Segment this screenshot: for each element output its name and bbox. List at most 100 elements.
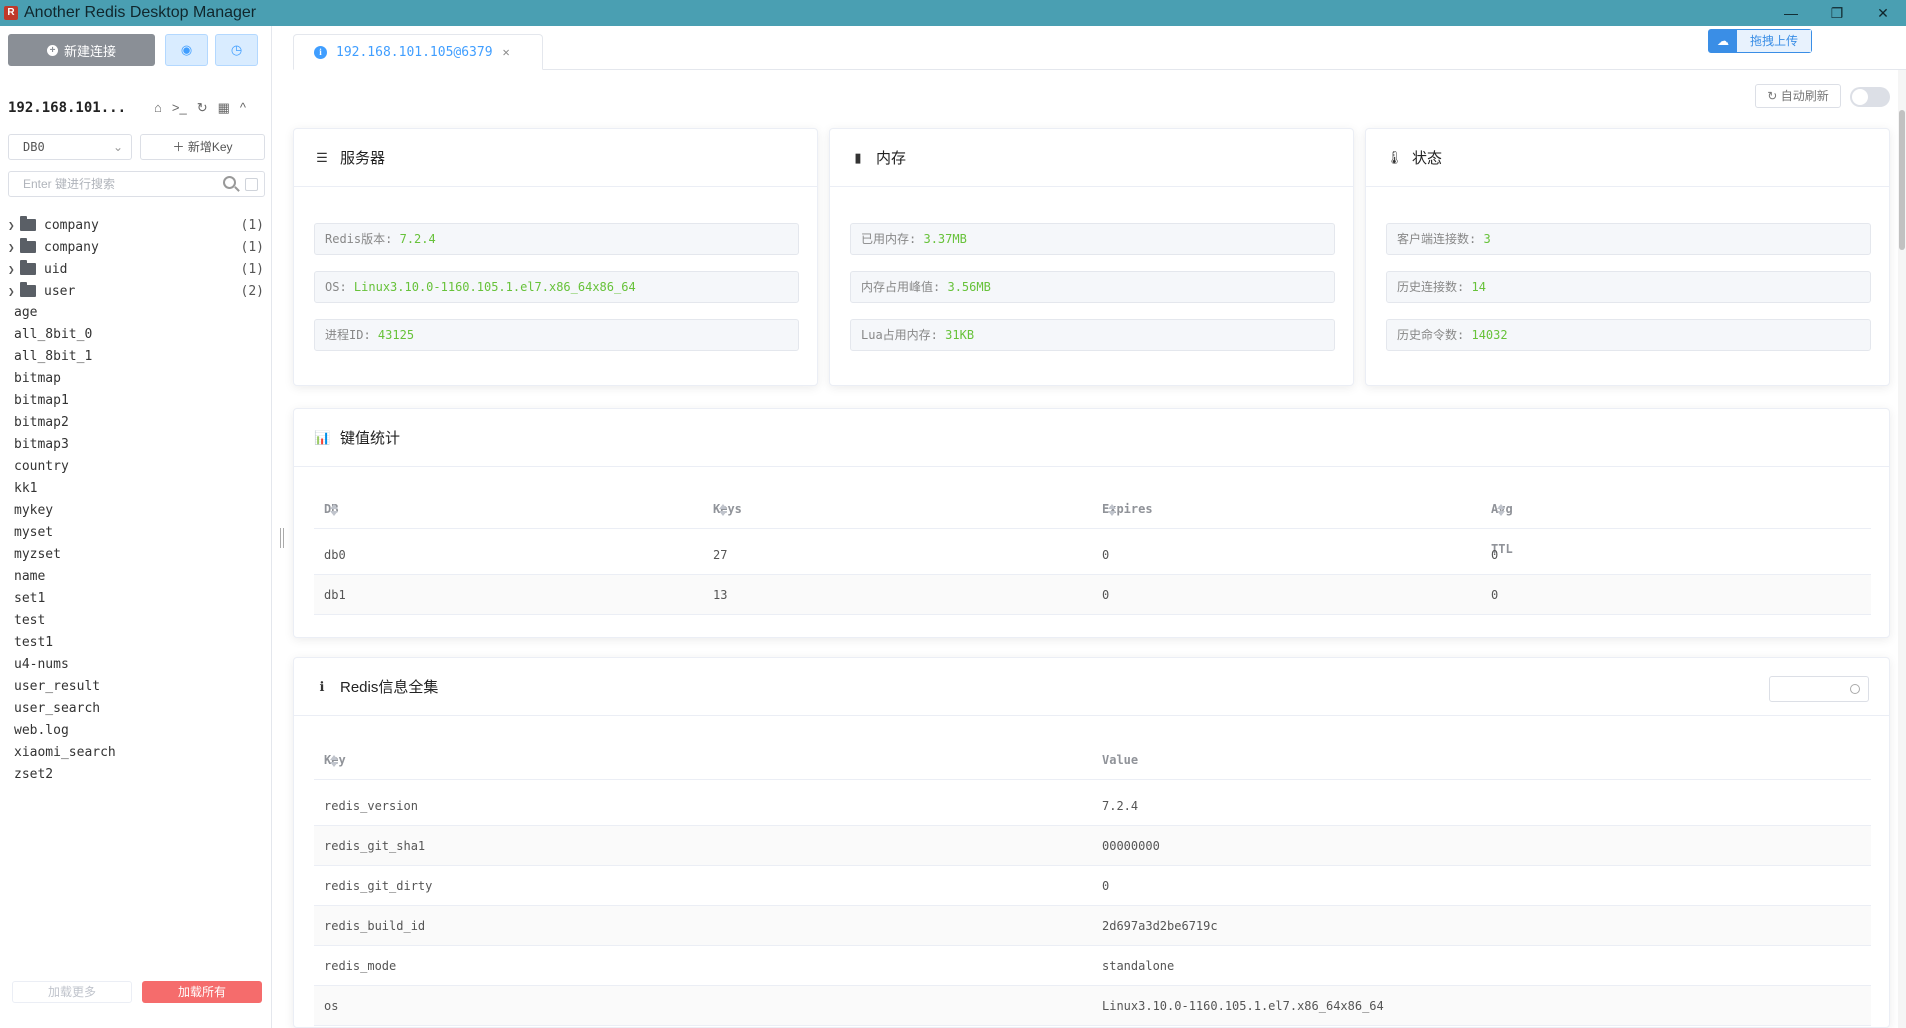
cell: 27 bbox=[713, 548, 728, 562]
db-select[interactable]: DB0 ⌄ bbox=[8, 134, 132, 160]
app-logo-icon: R bbox=[4, 6, 18, 20]
cell: os bbox=[324, 999, 339, 1013]
key-item[interactable]: xiaomi_search bbox=[8, 742, 266, 764]
info-line: 已用内存: 3.37MB bbox=[850, 223, 1335, 255]
cell: standalone bbox=[1102, 959, 1175, 973]
key-item[interactable]: kk1 bbox=[8, 478, 266, 500]
key-item[interactable]: myzset bbox=[8, 544, 266, 566]
refresh-icon: ↻ bbox=[1767, 89, 1778, 103]
key-item[interactable]: age bbox=[8, 302, 266, 324]
key-item[interactable]: set1 bbox=[8, 588, 266, 610]
table-row: os Linux3.10.0-1160.105.1.el7.x86_64x86_… bbox=[314, 986, 1871, 1026]
folder-icon bbox=[20, 260, 36, 275]
cell: db0 bbox=[324, 548, 346, 562]
auto-refresh-toggle[interactable] bbox=[1850, 87, 1890, 107]
chevron-right-icon: ❯ bbox=[8, 284, 15, 298]
info-label: 历史连接数: bbox=[1397, 280, 1465, 294]
sidebar-resize-handle[interactable] bbox=[280, 528, 284, 548]
tab-connection-status[interactable]: i 192.168.101.105@6379 ✕ bbox=[293, 34, 543, 70]
scrollbar-thumb[interactable] bbox=[1899, 110, 1905, 250]
key-item[interactable]: test bbox=[8, 610, 266, 632]
restore-icon[interactable]: ❐ bbox=[1814, 0, 1860, 26]
key-item[interactable]: user_result bbox=[8, 676, 266, 698]
tree-folder[interactable]: ❯ company (1) bbox=[8, 236, 266, 258]
close-tab-icon[interactable]: ✕ bbox=[503, 45, 510, 59]
info-search-input[interactable] bbox=[1769, 676, 1869, 702]
tab-bar: i 192.168.101.105@6379 ✕ bbox=[293, 34, 1906, 70]
info-line: Lua占用内存: 31KB bbox=[850, 319, 1335, 351]
new-connection-button[interactable]: + 新建连接 bbox=[8, 34, 155, 66]
key-item[interactable]: all_8bit_1 bbox=[8, 346, 266, 368]
add-key-label: 新增Key bbox=[187, 140, 233, 154]
exact-search-checkbox[interactable] bbox=[245, 178, 258, 191]
key-item[interactable]: name bbox=[8, 566, 266, 588]
auto-refresh-button[interactable]: ↻ 自动刷新 bbox=[1755, 84, 1841, 108]
add-key-button[interactable]: ＋ 新增Key bbox=[140, 134, 265, 160]
cell: 7.2.4 bbox=[1102, 799, 1139, 813]
key-item[interactable]: bitmap bbox=[8, 368, 266, 390]
key-item[interactable]: all_8bit_0 bbox=[8, 324, 266, 346]
sort-icon bbox=[330, 503, 338, 516]
server-card: ☰ 服务器 Redis版本: 7.2.4 OS: Linux3.10.0-116… bbox=[293, 128, 818, 386]
column-header-value: Value bbox=[1102, 753, 1139, 767]
refresh-icon[interactable]: ↻ bbox=[197, 100, 208, 116]
tree-folder[interactable]: ❯ user (2) bbox=[8, 280, 266, 302]
chevron-right-icon: ❯ bbox=[8, 240, 15, 254]
column-header-keys[interactable]: Keys bbox=[713, 489, 742, 529]
grid-icon[interactable]: ▦ bbox=[218, 100, 230, 116]
home-icon[interactable]: ⌂ bbox=[154, 100, 162, 116]
column-header-expires[interactable]: Expires bbox=[1102, 489, 1153, 529]
key-stats-title: 键值统计 bbox=[340, 430, 401, 447]
info-value: 14032 bbox=[1471, 328, 1508, 342]
drag-upload-widget[interactable]: ☁ 拖拽上传 bbox=[1708, 29, 1812, 53]
folder-count: (2) bbox=[240, 283, 264, 299]
window-controls: — ❐ ✕ bbox=[1768, 0, 1906, 26]
key-search-box bbox=[8, 171, 265, 197]
key-item[interactable]: zset2 bbox=[8, 764, 266, 786]
key-item[interactable]: myset bbox=[8, 522, 266, 544]
key-item[interactable]: mykey bbox=[8, 500, 266, 522]
column-header-avg-ttl[interactable]: Avg TTL bbox=[1491, 489, 1513, 556]
chevron-up-icon[interactable]: ^ bbox=[240, 100, 246, 116]
column-header-key[interactable]: Key bbox=[324, 740, 346, 780]
load-all-button[interactable]: 加载所有 bbox=[142, 981, 262, 1003]
minimize-icon[interactable]: — bbox=[1768, 0, 1814, 26]
cell: Linux3.10.0-1160.105.1.el7.x86_64x86_64 bbox=[1102, 999, 1384, 1013]
key-item[interactable]: bitmap2 bbox=[8, 412, 266, 434]
tree-folder[interactable]: ❯ company (1) bbox=[8, 214, 266, 236]
chevron-down-icon: ⌄ bbox=[112, 140, 123, 154]
history-button[interactable]: ◷ bbox=[215, 34, 258, 66]
cell: 0 bbox=[1102, 548, 1110, 562]
key-item[interactable]: bitmap1 bbox=[8, 390, 266, 412]
connection-name: 192.168.101... bbox=[8, 100, 127, 116]
key-item[interactable]: bitmap3 bbox=[8, 434, 266, 456]
table-header-row: Key Value bbox=[314, 740, 1871, 780]
key-item[interactable]: u4-nums bbox=[8, 654, 266, 676]
search-icon[interactable] bbox=[223, 176, 236, 189]
table-row: redis_git_sha1 00000000 bbox=[314, 826, 1871, 866]
folder-icon bbox=[20, 216, 36, 231]
tree-folder[interactable]: ❯ uid (1) bbox=[8, 258, 266, 280]
info-label: 进程ID: bbox=[325, 328, 371, 342]
close-window-icon[interactable]: ✕ bbox=[1860, 0, 1906, 26]
main-scrollbar[interactable] bbox=[1898, 70, 1906, 1028]
column-header-db[interactable]: DB bbox=[324, 489, 338, 529]
info-line: OS: Linux3.10.0-1160.105.1.el7.x86_64x86… bbox=[314, 271, 799, 303]
key-item[interactable]: country bbox=[8, 456, 266, 478]
settings-button[interactable]: ◉ bbox=[165, 34, 208, 66]
connection-header[interactable]: 192.168.101... ⌂ >_ ↻ ▦ ^ bbox=[8, 96, 264, 120]
plus-circle-icon: + bbox=[46, 44, 58, 56]
info-icon: i bbox=[314, 45, 327, 59]
key-search-input[interactable] bbox=[9, 172, 209, 196]
terminal-icon[interactable]: >_ bbox=[172, 100, 187, 116]
key-item[interactable]: user_search bbox=[8, 698, 266, 720]
key-item[interactable]: test1 bbox=[8, 632, 266, 654]
cloud-icon: ☁ bbox=[1709, 30, 1737, 52]
upload-label: 拖拽上传 bbox=[1737, 30, 1811, 52]
info-circle-icon: ℹ bbox=[319, 678, 325, 694]
cell: 00000000 bbox=[1102, 839, 1160, 853]
folder-name: uid bbox=[44, 261, 68, 277]
load-more-button[interactable]: 加载更多 bbox=[12, 981, 132, 1003]
info-value: 3.56MB bbox=[947, 280, 991, 294]
key-item[interactable]: web.log bbox=[8, 720, 266, 742]
